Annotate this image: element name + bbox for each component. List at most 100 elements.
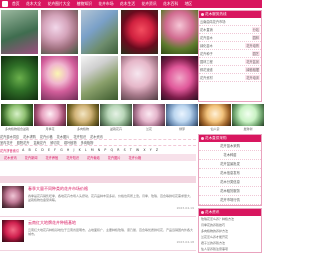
news-tab[interactable]: 花卉养殖 xyxy=(46,155,59,160)
procurement-item[interactable]: 花卉盆景批发 xyxy=(199,160,261,169)
home-icon[interactable] xyxy=(2,1,8,7)
alphabet-letter[interactable]: X xyxy=(143,148,145,152)
alphabet-letter[interactable]: J xyxy=(73,148,74,152)
alphabet-letter[interactable]: W xyxy=(136,148,139,152)
nav-item[interactable]: 花木百科 xyxy=(163,1,178,7)
nav-item[interactable]: 植物知识 xyxy=(77,1,92,7)
procurement-item[interactable]: 花卉苗木采购 xyxy=(199,142,261,151)
procurement-item[interactable]: 花木租赁服务 xyxy=(199,187,261,196)
gallery-photo[interactable] xyxy=(1,10,38,54)
thumbnail[interactable]: 绿萝 xyxy=(166,104,198,131)
news-tab[interactable]: 花木资讯 xyxy=(4,155,17,160)
category-link[interactable]: 多肉植物 xyxy=(81,140,94,145)
thumbnail[interactable]: 多肉植物组合盆栽 xyxy=(1,104,33,131)
category-link[interactable]: 花木图片 xyxy=(57,134,70,139)
alphabet-letter[interactable]: K xyxy=(79,148,81,152)
news-card[interactable]: 春季大量不同种类的花卉市场价格 春季是花卉销售旺季，各地花卉市场人头攒动，花卉品… xyxy=(0,183,196,217)
nav-item[interactable]: 地区 xyxy=(185,1,193,7)
alphabet-letter[interactable]: N xyxy=(98,148,100,152)
service-right[interactable]: 花卉培训 xyxy=(245,75,260,80)
news-thumbnail[interactable] xyxy=(2,186,24,208)
gallery-photo[interactable] xyxy=(161,56,198,100)
category-link[interactable]: 花木求购 xyxy=(23,134,36,139)
gallery-photo[interactable] xyxy=(121,56,158,100)
news-tab[interactable]: 花卉新闻 xyxy=(25,155,38,160)
gallery-photo[interactable] xyxy=(1,56,38,100)
alphabet-letter[interactable]: E xyxy=(48,148,50,152)
service-right[interactable]: 花卉培育 xyxy=(245,43,260,48)
alphabet-letter[interactable]: C xyxy=(35,148,37,152)
alphabet-letter[interactable]: D xyxy=(41,148,43,152)
service-left[interactable]: 园林工程 xyxy=(200,59,213,64)
alphabet-letter[interactable]: Y xyxy=(150,148,152,152)
category-link[interactable]: 观叶植物 xyxy=(64,140,77,145)
thumbnail[interactable]: 盆栽花卉 xyxy=(100,104,132,131)
gallery-photo[interactable] xyxy=(41,10,78,54)
procurement-item[interactable]: 花木分类信息 xyxy=(199,178,261,187)
gallery-photo[interactable] xyxy=(161,10,198,54)
procurement-item[interactable]: 花木信息发布 xyxy=(199,169,261,178)
category-link[interactable]: 花卉苗木供应 xyxy=(0,134,19,139)
alphabet-letter[interactable]: F xyxy=(54,148,56,152)
news-tab[interactable]: 花卉知识 xyxy=(66,155,79,160)
thumbnail[interactable]: 发财树 xyxy=(232,104,264,131)
thumbnail[interactable]: 多肉植物 xyxy=(67,104,99,131)
nav-item[interactable]: 首页 xyxy=(12,1,20,7)
thumbnail[interactable]: 仙人掌 xyxy=(199,104,231,131)
gallery-photo[interactable] xyxy=(81,10,118,54)
category-link[interactable]: 花卉价格 xyxy=(40,134,53,139)
alphabet-letter[interactable]: S xyxy=(124,148,126,152)
category-link[interactable]: 室内花卉 xyxy=(0,140,13,145)
service-left[interactable]: 绿化苗木 xyxy=(200,43,213,48)
news-panel-item[interactable]: 仙人掌养殖注意事项 xyxy=(199,246,261,252)
service-left[interactable]: 花卉种子 xyxy=(200,51,213,56)
gallery-photo[interactable] xyxy=(41,56,78,100)
nav-item[interactable]: 花卉图片大全 xyxy=(48,1,71,7)
alphabet-letter[interactable]: P xyxy=(104,148,106,152)
alphabet-letter[interactable]: R xyxy=(117,148,119,152)
news-tab[interactable]: 花卉图片 xyxy=(108,155,121,160)
service-left[interactable]: 鲜花速递 xyxy=(200,67,213,72)
service-right[interactable]: 绿植租摆 xyxy=(245,67,260,72)
category-link[interactable]: 花木资讯 xyxy=(90,134,103,139)
service-row[interactable]: 云南曲靖花卉市场 xyxy=(199,18,261,26)
nav-item[interactable]: 花木生活 xyxy=(120,1,135,7)
service-left[interactable]: 花卉资材 xyxy=(200,75,213,80)
service-row[interactable]: 绿化苗木 花卉培育 xyxy=(199,42,261,50)
news-title[interactable]: 春季大量不同种类的花卉市场价格 xyxy=(28,186,194,192)
service-row[interactable]: 花卉种子 园艺 xyxy=(199,50,261,58)
category-link[interactable]: 庭院花卉 xyxy=(17,140,30,145)
alphabet-letter[interactable]: Z xyxy=(156,148,158,152)
news-card[interactable]: 云南红大地牌花卉种植基地 云南红大地花卉种植基地位于云南省昆明市，占地面积广，主… xyxy=(0,217,196,251)
service-right[interactable]: 花卉盆景 xyxy=(245,59,260,64)
alphabet-letter[interactable]: T xyxy=(130,148,132,152)
service-left[interactable]: 云南曲靖花卉市场 xyxy=(200,19,226,24)
news-tab[interactable]: 花卉价格 xyxy=(129,155,142,160)
news-thumbnail[interactable] xyxy=(2,220,24,242)
nav-item[interactable]: 花卉市场 xyxy=(98,1,113,7)
alphabet-letter[interactable]: M xyxy=(91,148,94,152)
service-left[interactable]: 花木直销 xyxy=(200,27,213,32)
alphabet-letter[interactable]: L xyxy=(85,148,87,152)
gallery-photo[interactable] xyxy=(121,10,158,54)
category-link[interactable]: 盆栽花卉 xyxy=(34,140,47,145)
alphabet-letter[interactable]: G xyxy=(60,148,62,152)
procurement-item[interactable]: 花卉市场行情 xyxy=(199,196,261,205)
news-tab[interactable]: 花卉栽培 xyxy=(87,155,100,160)
news-title[interactable]: 云南红大地牌花卉种植基地 xyxy=(28,220,194,226)
alphabet-letter[interactable]: H xyxy=(67,148,69,152)
service-right[interactable]: 园林 xyxy=(251,35,260,40)
service-row[interactable]: 花木直销 分站 xyxy=(199,26,261,34)
service-row[interactable]: 花卉资材 花卉培训 xyxy=(199,74,261,82)
alphabet-letter[interactable]: A xyxy=(22,148,24,152)
category-link[interactable]: 鲜切花 xyxy=(50,140,60,145)
procurement-item[interactable]: 花木种苗 xyxy=(199,151,261,160)
category-link[interactable]: 花卉知识 xyxy=(73,134,86,139)
service-right[interactable]: 园艺 xyxy=(251,51,260,56)
alphabet-letter[interactable]: B xyxy=(29,148,31,152)
thumbnail[interactable]: 月季花 xyxy=(34,104,66,131)
gallery-photo[interactable] xyxy=(81,56,118,100)
alphabet-letter[interactable]: Q xyxy=(111,148,114,152)
service-row[interactable]: 园林工程 花卉盆景 xyxy=(199,58,261,66)
service-row[interactable]: 鲜花速递 绿植租摆 xyxy=(199,66,261,74)
